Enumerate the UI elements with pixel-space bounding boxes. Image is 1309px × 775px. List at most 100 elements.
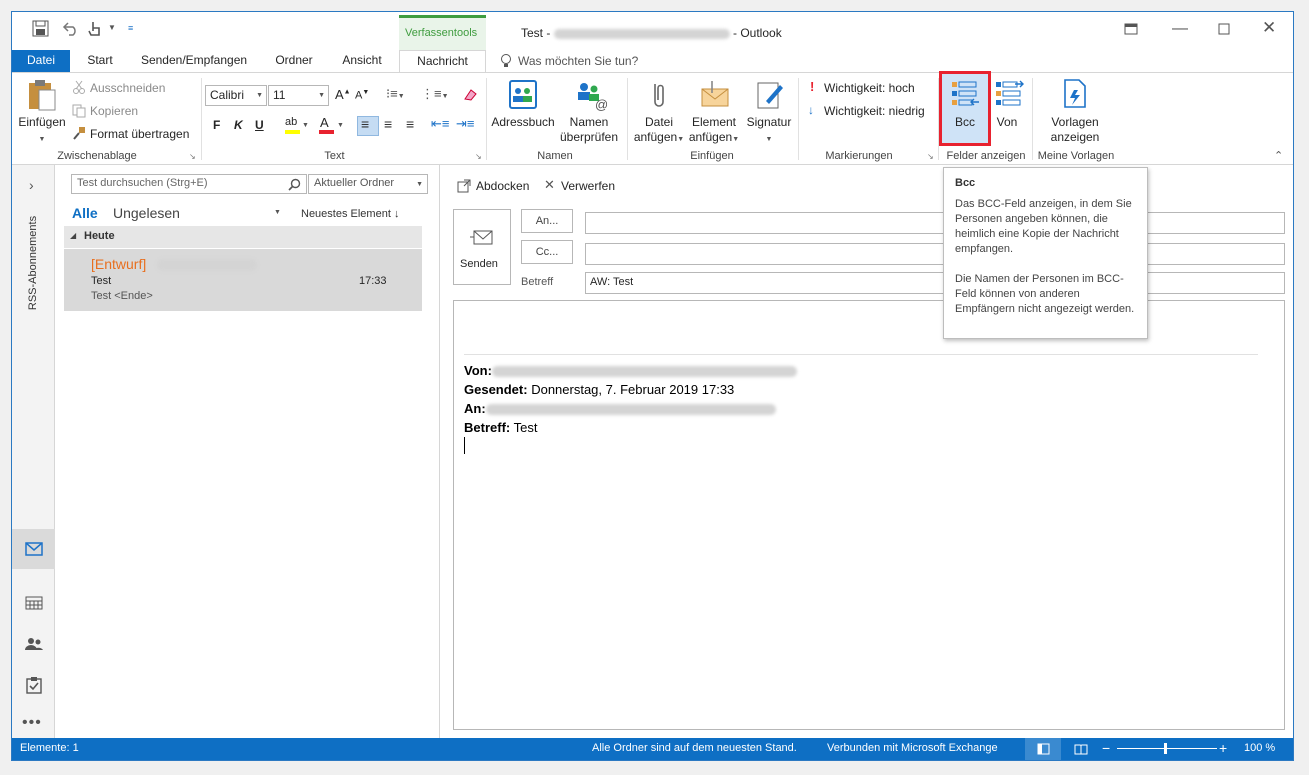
sort-button[interactable]: Neuestes Element ↓ bbox=[301, 208, 399, 220]
clear-formatting-icon[interactable] bbox=[462, 87, 478, 103]
shrink-font-icon[interactable]: A▼ bbox=[355, 89, 369, 102]
text-launcher-icon[interactable]: ↘ bbox=[475, 152, 482, 161]
cc-field[interactable] bbox=[585, 243, 1285, 265]
status-bar: Elemente: 1 Alle Ordner sind auf dem neu… bbox=[12, 738, 1293, 760]
font-name-select[interactable]: Calibri ▼ bbox=[205, 85, 267, 106]
zoom-out-button[interactable]: − bbox=[1102, 740, 1110, 756]
to-field[interactable] bbox=[585, 212, 1285, 234]
low-importance-button[interactable]: Wichtigkeit: niedrig bbox=[824, 104, 925, 118]
high-importance-button[interactable]: Wichtigkeit: hoch bbox=[824, 81, 915, 95]
bullets-icon[interactable]: ⁝≡▼ bbox=[386, 86, 405, 102]
zoom-slider-thumb[interactable] bbox=[1164, 743, 1167, 754]
popout-icon bbox=[457, 179, 471, 193]
tab-datei[interactable]: Datei bbox=[12, 50, 70, 72]
low-importance-icon: ↓ bbox=[808, 103, 814, 117]
item-count: Elemente: 1 bbox=[20, 742, 79, 754]
bcc-label: Bcc bbox=[954, 115, 975, 129]
address-book-button[interactable]: Adressbuch bbox=[490, 115, 556, 130]
touch-dropdown-icon[interactable]: ▼ bbox=[108, 23, 116, 32]
undo-icon[interactable] bbox=[62, 21, 80, 37]
decrease-indent-icon[interactable]: ⇤≡ bbox=[431, 116, 449, 132]
customize-qat-icon[interactable]: ≡ bbox=[128, 23, 133, 33]
tab-start[interactable]: Start bbox=[82, 50, 118, 72]
from-button[interactable]: Von bbox=[992, 115, 1022, 130]
increase-indent-icon[interactable]: ⇥≡ bbox=[456, 116, 474, 132]
group-separator bbox=[627, 78, 628, 160]
touch-mode-icon[interactable] bbox=[88, 20, 102, 38]
from-icon bbox=[996, 80, 1024, 106]
numbering-icon[interactable]: ⋮≡▼ bbox=[421, 86, 449, 102]
filter-all[interactable]: Alle bbox=[72, 205, 98, 221]
search-icon[interactable] bbox=[288, 178, 301, 191]
zoom-level[interactable]: 100 % bbox=[1244, 742, 1275, 754]
signature-icon bbox=[757, 82, 783, 109]
tags-launcher-icon[interactable]: ↘ bbox=[927, 152, 934, 161]
attach-file-button[interactable]: Datei anfügen▼ bbox=[630, 115, 688, 147]
save-icon[interactable] bbox=[32, 20, 50, 38]
search-input[interactable]: Test durchsuchen (Strg+E) bbox=[71, 174, 307, 194]
paste-button[interactable]: Einfügen ▼ bbox=[16, 115, 68, 147]
copy-button[interactable]: Kopieren bbox=[90, 104, 138, 118]
ribbon-display-options-icon[interactable] bbox=[1124, 23, 1138, 35]
tasks-icon[interactable] bbox=[26, 676, 42, 694]
popout-button[interactable]: Abdocken bbox=[476, 179, 529, 193]
tab-ordner[interactable]: Ordner bbox=[270, 50, 318, 72]
font-size-select[interactable]: 11 ▼ bbox=[268, 85, 329, 106]
filter-unread[interactable]: Ungelesen bbox=[113, 205, 180, 221]
attach-item-button[interactable]: Element anfügen▼ bbox=[685, 115, 743, 147]
collapse-group-icon[interactable]: ◢ bbox=[70, 231, 76, 240]
font-color-button[interactable]: A ▼ bbox=[317, 115, 347, 135]
reply-divider bbox=[464, 354, 1258, 355]
format-painter-button[interactable]: Format übertragen bbox=[90, 127, 189, 141]
address-book-icon bbox=[509, 80, 537, 109]
filter-dropdown-icon[interactable]: ▼ bbox=[274, 209, 281, 216]
italic-button[interactable]: K bbox=[234, 118, 243, 132]
more-apps-icon[interactable]: ••• bbox=[22, 714, 42, 732]
cut-button[interactable]: Ausschneiden bbox=[90, 81, 165, 95]
tab-nachricht[interactable]: Nachricht bbox=[399, 50, 486, 73]
align-right-icon[interactable]: ≡ bbox=[406, 116, 414, 132]
bcc-icon bbox=[952, 81, 979, 106]
search-scope-select[interactable]: Aktueller Ordner ▼ bbox=[308, 174, 428, 194]
calendar-icon[interactable] bbox=[25, 596, 43, 610]
view-templates-button[interactable]: Vorlagen anzeigen bbox=[1044, 115, 1106, 145]
zoom-in-button[interactable]: + bbox=[1219, 740, 1227, 756]
svg-text:@: @ bbox=[595, 97, 607, 111]
tooltip-note: Die Namen der Personen im BCC-Feld könne… bbox=[955, 273, 1135, 315]
reading-view-icon[interactable] bbox=[1074, 743, 1088, 755]
maximize-button[interactable] bbox=[1218, 23, 1230, 35]
draft-label: [Entwurf] bbox=[91, 256, 147, 272]
tab-senden-empfangen[interactable]: Senden/Empfangen bbox=[136, 50, 252, 72]
cc-button[interactable]: Cc... bbox=[521, 240, 573, 264]
clipboard-launcher-icon[interactable]: ↘ bbox=[189, 152, 196, 161]
item-time: 17:33 bbox=[359, 275, 387, 287]
collapse-ribbon-icon[interactable]: ⌃ bbox=[1274, 149, 1283, 162]
paste-icon[interactable] bbox=[26, 78, 58, 112]
expand-folder-pane-icon[interactable]: › bbox=[29, 177, 34, 193]
people-icon[interactable] bbox=[24, 637, 44, 651]
bold-button[interactable]: F bbox=[213, 118, 220, 132]
connection-status: Verbunden mit Microsoft Exchange bbox=[827, 742, 998, 754]
tab-ansicht[interactable]: Ansicht bbox=[334, 50, 390, 72]
grow-font-icon[interactable]: A▲ bbox=[335, 87, 351, 102]
discard-button[interactable]: Verwerfen bbox=[561, 179, 615, 193]
signature-button[interactable]: Signatur ▼ bbox=[743, 115, 795, 147]
underline-button[interactable]: U bbox=[255, 118, 264, 132]
mail-icon[interactable] bbox=[25, 542, 43, 556]
tell-me-box[interactable]: Was möchten Sie tun? bbox=[518, 54, 638, 68]
group-separator bbox=[201, 78, 202, 160]
to-button[interactable]: An... bbox=[521, 209, 573, 233]
tags-group-label: Markierungen bbox=[825, 150, 893, 162]
send-button[interactable] bbox=[453, 209, 511, 285]
rss-feeds-label[interactable]: RSS-Abonnements bbox=[27, 208, 39, 318]
highlight-color-button[interactable]: ab ▼ bbox=[283, 115, 309, 135]
subject-field[interactable]: AW: Test bbox=[585, 272, 1285, 294]
compose-pane: Abdocken ✕ Verwerfen Senden An... Cc... … bbox=[441, 165, 1293, 738]
group-separator bbox=[798, 78, 799, 160]
check-names-button[interactable]: Namen überprüfen bbox=[555, 115, 623, 145]
close-button[interactable]: ✕ bbox=[1262, 18, 1276, 38]
zoom-slider[interactable] bbox=[1117, 748, 1217, 749]
group-header-today[interactable] bbox=[64, 226, 422, 248]
minimize-button[interactable]: — bbox=[1172, 20, 1188, 38]
align-center-icon[interactable]: ≡ bbox=[384, 116, 392, 132]
